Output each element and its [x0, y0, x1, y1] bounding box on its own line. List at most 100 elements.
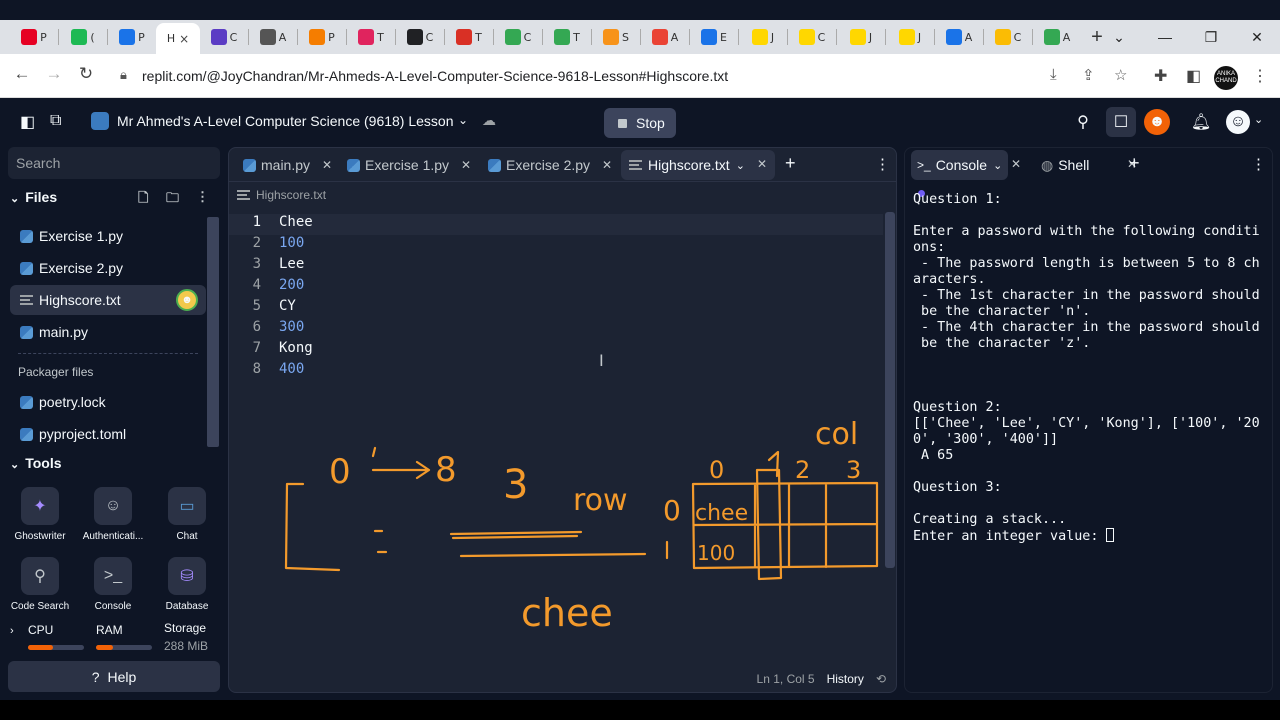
install-icon[interactable]: ⤓	[1050, 66, 1057, 83]
history-icon[interactable]: ⟲	[876, 672, 886, 686]
sidebar-toggle-icon[interactable]: ◧	[20, 112, 35, 132]
back-icon[interactable]: ←	[10, 64, 34, 84]
minimize-icon[interactable]: —	[1142, 20, 1188, 54]
ink-underline-1	[449, 530, 583, 540]
browser-tab[interactable]: T	[347, 23, 395, 51]
more-options-icon[interactable]: ⋮	[1251, 155, 1266, 173]
bookmark-star-icon[interactable]: ☆	[1114, 66, 1127, 84]
browser-tab[interactable]: T	[445, 23, 493, 51]
menu-icon[interactable]: ⋮	[1252, 66, 1268, 86]
close-tab-icon[interactable]: ×	[179, 32, 189, 46]
browser-tab[interactable]: S	[592, 23, 640, 51]
resources-panel[interactable]: › CPU RAM Storage 288 MiB	[10, 621, 220, 659]
ukraine-icon	[751, 29, 768, 45]
file-item-poetry-lock[interactable]: poetry.lock	[10, 387, 206, 417]
browser-tab-label: E	[720, 30, 727, 44]
browser-tab[interactable]: H ×	[156, 23, 200, 54]
python-file-icon	[20, 427, 33, 441]
user-avatar[interactable]: ☻	[1144, 109, 1170, 135]
chevron-down-icon[interactable]: ⌄	[10, 459, 19, 471]
browser-tab[interactable]: C	[396, 23, 444, 51]
file-item-highscore[interactable]: Highscore.txt ☻	[10, 285, 206, 315]
tool-database[interactable]: ⛁ Database	[151, 557, 223, 612]
file-item-pyproject[interactable]: pyproject.toml	[10, 419, 206, 449]
tool-code-search[interactable]: ⚲ Code Search	[4, 557, 76, 612]
browser-tab[interactable]: C	[200, 23, 248, 51]
files-header[interactable]: ⌄ Files 🗋︎ 🗀︎ ⋮	[10, 189, 220, 205]
new-file-icon[interactable]: 🗋︎	[138, 189, 148, 211]
browser-tab[interactable]: T	[543, 23, 591, 51]
stop-button[interactable]: Stop	[604, 108, 676, 138]
browser-tab[interactable]: J	[739, 23, 787, 51]
browser-tab[interactable]: C	[494, 23, 542, 51]
editor-status-bar: Ln 1, Col 5 History ⟲	[757, 672, 886, 686]
browser-tab[interactable]: E	[690, 23, 738, 51]
add-tab-icon[interactable]: +	[1129, 153, 1140, 174]
close-window-icon[interactable]: ✕	[1234, 20, 1280, 54]
chat-icon[interactable]: ☐	[1106, 107, 1136, 137]
browser-tab[interactable]: A	[641, 23, 689, 51]
new-folder-icon[interactable]: 🗀︎	[166, 189, 179, 211]
browser-tab-label: C	[1013, 30, 1022, 44]
browser-tab[interactable]: C	[984, 23, 1032, 51]
address-bar[interactable]: 🔒︎ replit.com/@JoyChandran/Mr-Ahmeds-A-L…	[110, 61, 1140, 91]
tab-label: Console	[935, 157, 988, 173]
python-icon	[91, 112, 109, 130]
tool-console[interactable]: >_ Console	[77, 557, 149, 612]
browser-tab[interactable]: J	[886, 23, 934, 51]
replit-logo-icon[interactable]: ⧉	[50, 112, 61, 130]
console-output[interactable]: Question 1: Enter a password with the fo…	[913, 192, 1268, 545]
browser-tab[interactable]: A	[249, 23, 297, 51]
browser-tab[interactable]: P	[10, 23, 58, 51]
side-panel-icon[interactable]: ◧	[1186, 66, 1201, 86]
sidebar-scrollbar[interactable]	[207, 217, 219, 447]
restore-icon[interactable]: ❐	[1188, 20, 1234, 54]
help-button[interactable]: ? Help	[8, 661, 220, 692]
handwritten-annotation: 0 8 3 row col 0 2 3 0 chee 100 chee	[284, 417, 879, 635]
tool-authentication[interactable]: ☺ Authenticati...	[77, 487, 149, 542]
cursor-position[interactable]: Ln 1, Col 5	[757, 672, 815, 686]
browser-tab[interactable]: J	[837, 23, 885, 51]
tool-chat[interactable]: ▭ Chat	[151, 487, 223, 542]
browser-tab[interactable]: A	[1033, 23, 1081, 51]
url-text[interactable]: replit.com/@JoyChandran/Mr-Ahmeds-A-Leve…	[142, 68, 728, 84]
more-options-icon[interactable]: ⋮	[196, 189, 209, 205]
repl-name[interactable]: Mr Ahmed's A-Level Computer Science (961…	[117, 113, 454, 129]
tool-ghostwriter[interactable]: ✦ Ghostwriter	[4, 487, 76, 542]
tab-search-icon[interactable]: ⌄	[1096, 20, 1142, 54]
chevron-down-icon[interactable]: ⌄	[10, 193, 19, 205]
browser-tab-label: C	[425, 30, 434, 44]
chevron-down-icon[interactable]: ⌄	[993, 159, 1002, 172]
browser-tab[interactable]: P	[108, 23, 156, 51]
reload-icon[interactable]: ↻	[74, 64, 98, 84]
file-item-exercise-2[interactable]: Exercise 2.py	[10, 253, 206, 283]
ink-row-label: row	[573, 483, 628, 518]
tab-shell[interactable]: ◍ Shell	[1035, 150, 1095, 180]
chevron-down-icon[interactable]: ⌄	[458, 113, 468, 127]
browser-tab[interactable]: A	[935, 23, 983, 51]
tools-header[interactable]: ⌄ Tools	[10, 455, 62, 471]
account-avatar[interactable]: ☺	[1226, 110, 1250, 134]
lock-icon[interactable]: 🔒︎	[120, 67, 127, 83]
chevron-down-icon[interactable]: ⌄	[1254, 113, 1263, 126]
input-cursor[interactable]	[1106, 528, 1115, 542]
browser-tab[interactable]: C	[788, 23, 836, 51]
chevron-right-icon[interactable]: ›	[10, 625, 14, 637]
forward-icon[interactable]: →	[42, 64, 66, 84]
drive-icon	[945, 29, 962, 45]
browser-tab[interactable]: (	[59, 23, 107, 51]
file-item-exercise-1[interactable]: Exercise 1.py	[10, 221, 206, 251]
bell-icon[interactable]: 🔔︎	[1186, 107, 1216, 137]
profile-avatar[interactable]: ANIKA CHAND	[1214, 66, 1238, 90]
help-icon: ?	[91, 668, 100, 685]
history-button[interactable]: History	[827, 672, 864, 686]
share-icon[interactable]: ⇪	[1082, 66, 1095, 84]
close-icon[interactable]: ✕	[1011, 157, 1021, 171]
extensions-icon[interactable]: ✚	[1154, 66, 1167, 86]
search-input[interactable]: Search	[8, 147, 220, 179]
tab-label: Shell	[1058, 157, 1090, 173]
search-icon[interactable]: ⚲	[1068, 107, 1098, 137]
browser-tab[interactable]: P	[298, 23, 346, 51]
tab-console[interactable]: >_ Console ⌄	[911, 150, 1009, 180]
file-item-main[interactable]: main.py	[10, 317, 206, 347]
